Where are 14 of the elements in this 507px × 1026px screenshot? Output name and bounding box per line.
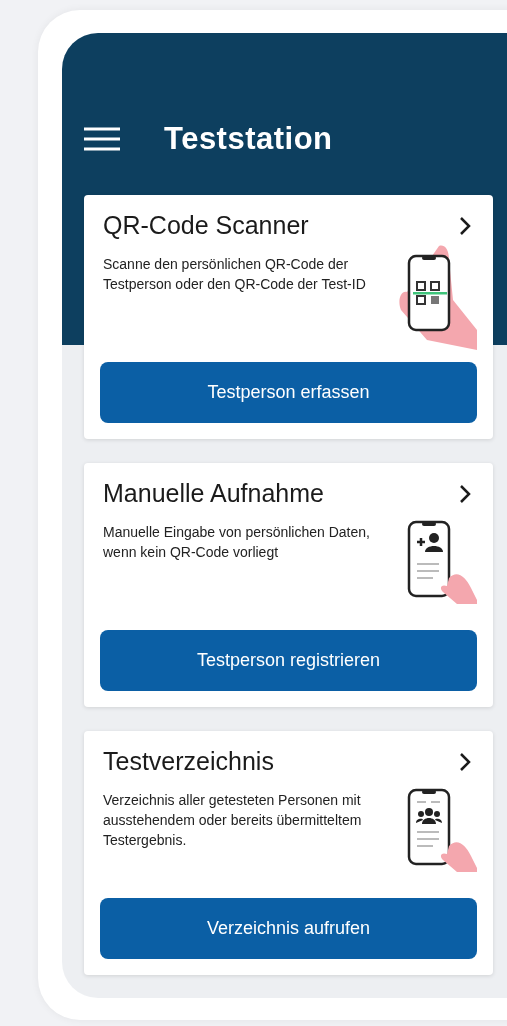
card-description: Manuelle Eingabe von persönlichen Daten, wenn kein QR-Code vorliegt (103, 523, 371, 562)
card-title: QR-Code Scanner (103, 211, 309, 240)
chevron-right-icon[interactable] (459, 215, 471, 236)
action-button[interactable]: Verzeichnis aufrufen (100, 898, 477, 959)
card-description: Scanne den persönlichen QR-Code der Testperson oder den QR-Code der Test-ID (103, 255, 367, 294)
chevron-right-icon[interactable] (459, 483, 471, 504)
card-title: Manuelle Aufnahme (103, 479, 324, 508)
action-button[interactable]: Testperson registrieren (100, 630, 477, 691)
menu-icon[interactable] (84, 127, 120, 151)
chevron-right-icon[interactable] (459, 751, 471, 772)
page-title: Teststation (164, 121, 333, 157)
card-description: Verzeichnis aller getesteten Personen mit ausstehendem oder bereits übermitteltem Testergebnis. (103, 791, 363, 850)
card-title: Testverzeichnis (103, 747, 274, 776)
action-button[interactable]: Testperson erfassen (100, 362, 477, 423)
